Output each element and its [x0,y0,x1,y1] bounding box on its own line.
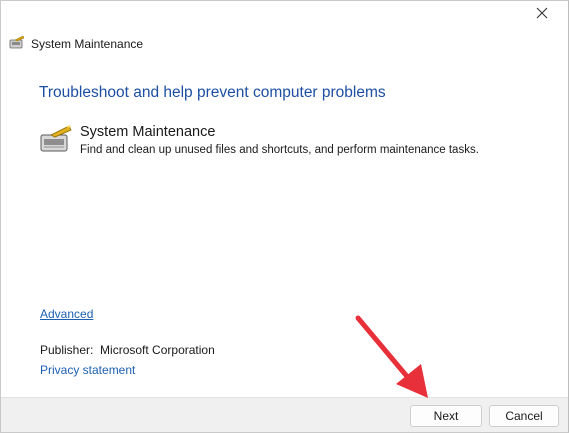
publisher-label: Publisher: [40,343,94,357]
close-icon [536,6,548,24]
troubleshooter-window: System Maintenance Troubleshoot and help… [0,0,569,433]
system-maintenance-icon [39,123,72,158]
task-text: System Maintenance Find and clean up unu… [80,123,479,158]
window-title: System Maintenance [31,37,144,51]
troubleshooter-task: System Maintenance Find and clean up unu… [39,123,479,158]
footer-bar: Next Cancel [1,397,568,432]
page-heading: Troubleshoot and help prevent computer p… [39,84,386,101]
cancel-button[interactable]: Cancel [489,405,559,427]
privacy-statement-link[interactable]: Privacy statement [40,363,135,377]
advanced-link[interactable]: Advanced [40,307,93,321]
title-bar: System Maintenance [9,35,143,53]
task-description: Find and clean up unused files and short… [80,144,479,156]
system-maintenance-small-icon [9,35,25,54]
publisher-info: Publisher: Microsoft Corporation [40,343,215,357]
next-button[interactable]: Next [410,405,482,427]
close-button[interactable] [520,1,564,29]
task-name: System Maintenance [80,124,216,140]
publisher-value: Microsoft Corporation [100,343,215,357]
